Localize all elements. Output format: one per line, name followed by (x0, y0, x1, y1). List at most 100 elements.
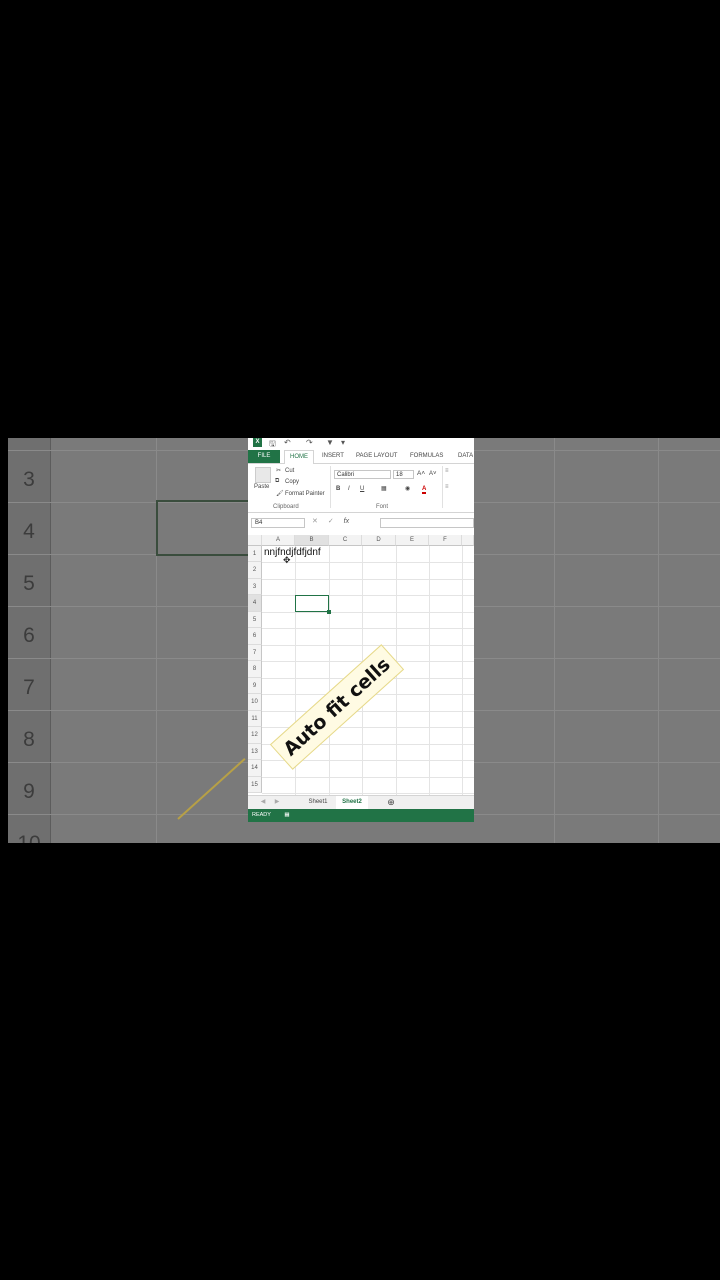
formula-bar: B4 ✕ ✓ fx (248, 516, 474, 530)
redo-icon[interactable]: ↷ (306, 438, 313, 447)
grow-font-button[interactable]: A˄ (417, 470, 425, 477)
row-header[interactable]: 9 (248, 678, 262, 694)
status-bar: READY ▦ (248, 809, 474, 822)
gridline (262, 793, 474, 794)
sheet-tab-sheet1[interactable]: Sheet1 (302, 796, 334, 809)
column-header[interactable]: F (429, 535, 462, 546)
row-header[interactable]: 3 (248, 579, 262, 595)
background-banner-edge (177, 758, 246, 820)
background-row-number: 5 (23, 572, 35, 595)
tab-insert[interactable]: INSERT (322, 450, 344, 463)
font-color-button[interactable]: A (422, 486, 427, 494)
gridline (262, 595, 474, 596)
formula-input[interactable] (380, 518, 474, 528)
gridline (262, 777, 474, 778)
gridline (462, 546, 463, 795)
undo-icon[interactable]: ↶ (284, 438, 291, 447)
mouse-cursor-icon: ✥ (283, 555, 291, 565)
quick-access-toolbar: X 🖫 ↶ ↷ ▼ ▾ (248, 438, 474, 450)
gridline (262, 711, 474, 712)
background-row-number: 4 (23, 520, 35, 543)
copy-icon[interactable]: ⧉ (275, 478, 279, 485)
tab-page-layout[interactable]: PAGE LAYOUT (356, 450, 397, 463)
gridline (262, 612, 474, 613)
column-header[interactable]: D (362, 535, 396, 546)
background-row-number: 10 (8, 832, 50, 843)
background-row-number: 8 (23, 728, 35, 751)
clipboard-group-label: Clipboard (273, 504, 299, 510)
align-top-icon[interactable]: ≡ (445, 468, 449, 474)
row-header[interactable]: 10 (248, 694, 262, 711)
background-row-number: 3 (23, 468, 35, 491)
select-all-corner[interactable] (248, 535, 262, 546)
excel-window: X 🖫 ↶ ↷ ▼ ▾ FILE HOME INSERT PAGE LAYOUT… (248, 438, 474, 822)
scroll-left-icon[interactable]: ◀ (258, 796, 268, 809)
row-header[interactable]: 15 (248, 777, 262, 793)
cut-icon[interactable]: ✂ (276, 467, 281, 474)
paste-button[interactable]: Paste (254, 484, 269, 490)
ribbon: Paste ✂ Cut ⧉ Copy 🖌 Format Painter Clip… (248, 464, 474, 513)
tab-formulas[interactable]: FORMULAS (410, 450, 443, 463)
row-header[interactable]: 11 (248, 711, 262, 727)
background-row-number: 7 (23, 676, 35, 699)
gridline (329, 546, 330, 795)
gridline (262, 628, 474, 629)
background-gridline (554, 438, 555, 843)
fill-handle[interactable] (327, 610, 331, 614)
macro-record-icon[interactable]: ▦ (284, 812, 289, 818)
row-header[interactable]: 5 (248, 612, 262, 628)
column-header[interactable]: B (295, 535, 329, 546)
font-family-select[interactable]: Calibri (334, 470, 391, 479)
fill-color-icon[interactable]: ◉ (405, 485, 410, 492)
enter-icon[interactable]: ✓ (328, 518, 334, 525)
row-header[interactable]: 8 (248, 661, 262, 678)
name-box[interactable]: B4 (251, 518, 305, 528)
bold-button[interactable]: B (336, 486, 340, 492)
shrink-font-button[interactable]: A˅ (429, 471, 437, 477)
row-header[interactable]: 4 (248, 595, 262, 612)
font-size-select[interactable]: 18 (393, 470, 414, 479)
format-painter-button[interactable]: Format Painter (285, 491, 325, 497)
row-header[interactable]: 12 (248, 727, 262, 744)
filter-icon[interactable]: ▼ (326, 438, 334, 447)
background-gridline (156, 438, 157, 843)
copy-button[interactable]: Copy (285, 479, 299, 485)
tab-file[interactable]: FILE (248, 450, 280, 463)
gridline (429, 546, 430, 795)
row-header[interactable]: 1 (248, 546, 262, 562)
tab-data[interactable]: DATA (458, 450, 473, 463)
row-header[interactable]: 6 (248, 628, 262, 645)
row-header[interactable]: 13 (248, 744, 262, 760)
background-gridline (658, 438, 659, 843)
column-header[interactable]: E (396, 535, 429, 546)
status-text: READY (252, 812, 271, 818)
row-header[interactable]: 7 (248, 645, 262, 661)
background-row-number: 9 (23, 780, 35, 803)
selected-cell-b4[interactable] (295, 595, 331, 614)
row-header[interactable]: 2 (248, 562, 262, 579)
cell-a1-value[interactable]: nnjfndjfdfjdnf (264, 547, 321, 558)
gridline (262, 645, 474, 646)
align-left-icon[interactable]: ≡ (445, 484, 449, 490)
tab-home[interactable]: HOME (284, 450, 314, 464)
new-sheet-icon[interactable]: ⊕ (384, 796, 398, 809)
cut-button[interactable]: Cut (285, 468, 294, 474)
paste-icon[interactable] (255, 467, 271, 483)
customize-qat-icon[interactable]: ▾ (341, 438, 345, 447)
column-header[interactable] (462, 535, 474, 546)
cancel-icon[interactable]: ✕ (312, 518, 318, 525)
borders-icon[interactable]: ▦ (381, 485, 387, 492)
background-row-number: 6 (23, 624, 35, 647)
row-header[interactable]: 14 (248, 760, 262, 777)
gridline (262, 579, 474, 580)
ribbon-tabs: FILE HOME INSERT PAGE LAYOUT FORMULAS DA… (248, 450, 474, 464)
italic-button[interactable]: I (348, 486, 350, 492)
excel-logo-icon: X (253, 438, 262, 447)
font-group-label: Font (376, 504, 389, 510)
scroll-right-icon[interactable]: ▶ (272, 796, 282, 809)
underline-button[interactable]: U (360, 486, 364, 492)
column-header[interactable]: A (262, 535, 295, 546)
format-painter-icon[interactable]: 🖌 (276, 490, 284, 497)
insert-function-button[interactable]: fx (344, 518, 349, 525)
column-header[interactable]: C (329, 535, 362, 546)
